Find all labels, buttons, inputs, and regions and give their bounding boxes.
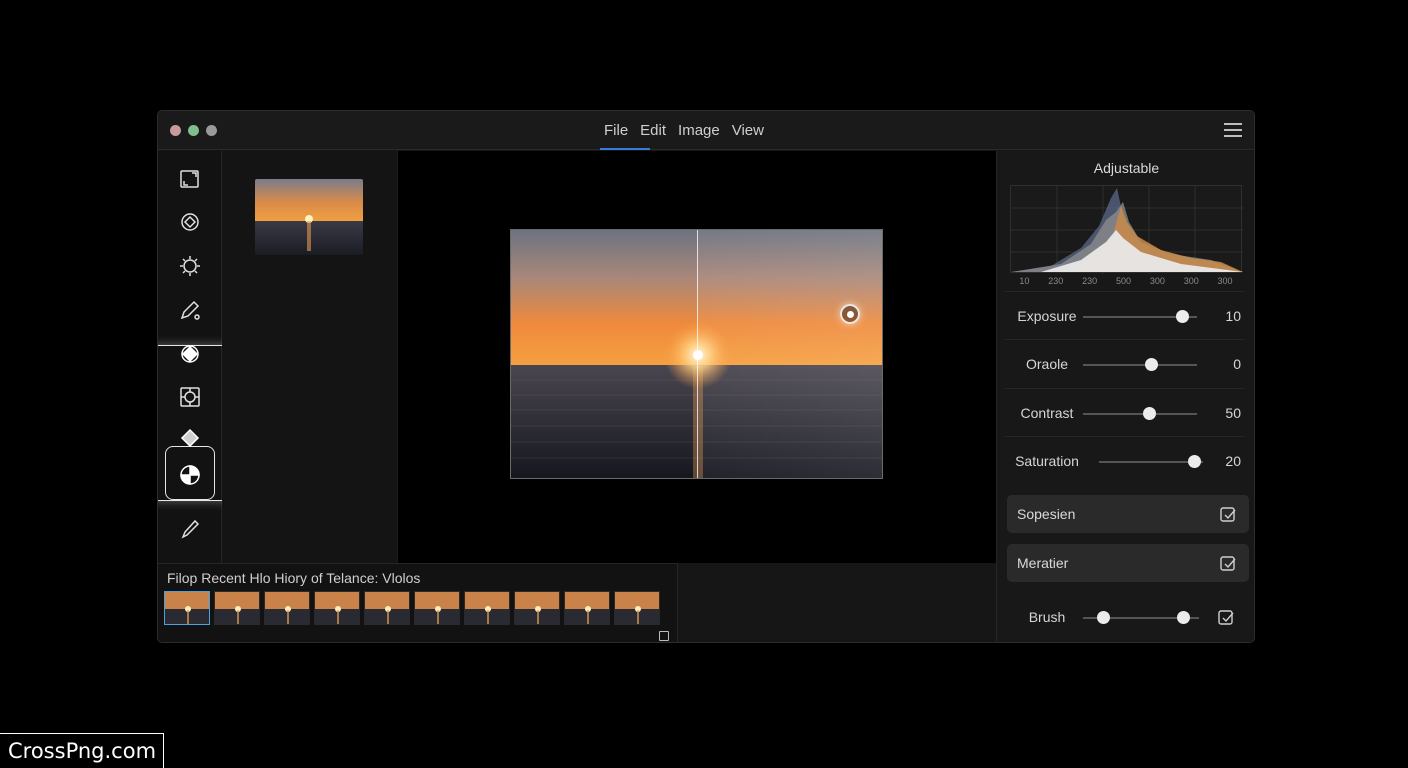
focus-icon[interactable] xyxy=(178,385,202,409)
filmstrip-frame[interactable] xyxy=(214,591,260,625)
slider-knob[interactable] xyxy=(1143,407,1157,420)
filmstrip-frame[interactable] xyxy=(614,591,660,625)
brush-max-knob[interactable] xyxy=(1176,611,1190,624)
slider-row-exposure: Exposure 10 xyxy=(1005,291,1245,339)
menu-bar: File Edit Image View xyxy=(598,111,770,150)
filmstrip-frame[interactable] xyxy=(464,591,510,625)
menu-view[interactable]: View xyxy=(726,111,770,150)
brush-label: Brush xyxy=(1028,609,1066,625)
slider-label: Oraole xyxy=(1025,356,1069,372)
histogram-tick-label: 300 xyxy=(1183,276,1199,286)
slider-value: 50 xyxy=(1225,405,1241,421)
contrast-icon[interactable] xyxy=(178,463,202,487)
histogram-tick-label: 10 xyxy=(1019,276,1030,286)
brush-min-knob[interactable] xyxy=(1096,611,1110,624)
histogram-tick-label: 230 xyxy=(1048,276,1064,286)
image-thumbnail[interactable] xyxy=(255,179,363,255)
histogram xyxy=(1010,185,1243,274)
adjustments-panel: Adjustable 10 230 230 500 300 300 300 Exposure… xyxy=(996,151,1254,642)
filmstrip-frame[interactable] xyxy=(414,591,460,625)
brush-icon[interactable] xyxy=(178,517,202,541)
menu-image[interactable]: Image xyxy=(672,111,726,150)
slider-row-saturation: Saturation 20 xyxy=(1005,436,1245,484)
histogram-tick-label: 230 xyxy=(1082,276,1098,286)
image-canvas[interactable] xyxy=(398,151,996,563)
slider-label: Contrast xyxy=(1020,405,1074,421)
preset-button-2-label: Meratier xyxy=(1017,555,1069,571)
slider-value: 20 xyxy=(1225,453,1241,469)
filmstrip-frame[interactable] xyxy=(364,591,410,625)
histogram-tick-label: 300 xyxy=(1149,276,1165,286)
compare-split-line[interactable] xyxy=(697,230,698,478)
expand-icon[interactable] xyxy=(659,631,669,641)
filmstrip-title: Filop Recent Hlo Hiory of Telance: Vlolo… xyxy=(167,570,421,586)
maximize-window-button[interactable] xyxy=(206,125,217,136)
tool-sidebar xyxy=(158,151,241,563)
slider-track[interactable] xyxy=(1083,364,1197,366)
slider-track[interactable] xyxy=(1083,413,1197,415)
filmstrip-frame[interactable] xyxy=(314,591,360,625)
filmstrip-frame[interactable] xyxy=(514,591,560,625)
filmstrip-panel: Filop Recent Hlo Hiory of Telance: Vlolo… xyxy=(158,563,678,642)
layers-icon[interactable] xyxy=(178,427,202,451)
slider-row-oraole: Oraole 0 xyxy=(1005,339,1245,387)
thumbnail-panel xyxy=(222,151,398,563)
slider-label: Saturation xyxy=(1015,453,1079,469)
crop-icon[interactable] xyxy=(178,167,202,191)
filmstrip-frames xyxy=(164,591,660,625)
slider-row-contrast: Contrast 50 xyxy=(1005,388,1245,436)
slider-value: 0 xyxy=(1233,356,1241,372)
slider-knob[interactable] xyxy=(1176,310,1190,323)
window-controls xyxy=(170,125,217,136)
menu-file[interactable]: File xyxy=(598,111,651,150)
editor-window: File Edit Image View Filop Recent Hlo Hi… xyxy=(157,110,1255,643)
watermark-text: CrossPng.com xyxy=(8,739,157,763)
histogram-tick-label: 300 xyxy=(1217,276,1233,286)
export-icon xyxy=(1220,507,1236,522)
slider-knob[interactable] xyxy=(1145,358,1159,371)
title-bar: File Edit Image View xyxy=(158,111,1254,150)
slider-knob[interactable] xyxy=(1187,455,1201,468)
preset-button-1-label: Sopesien xyxy=(1017,506,1076,522)
menu-edit[interactable]: Edit xyxy=(634,111,672,150)
preset-button-2[interactable]: Meratier xyxy=(1007,544,1249,582)
slider-value: 10 xyxy=(1225,308,1241,324)
watermark: CrossPng.com xyxy=(0,733,164,768)
histogram-tick-label: 500 xyxy=(1115,276,1131,286)
light-icon[interactable] xyxy=(178,254,202,278)
diamond-fill-icon[interactable] xyxy=(178,342,202,366)
histogram-axis-labels: 10 230 230 500 300 300 300 xyxy=(1010,276,1242,286)
export-icon[interactable] xyxy=(1217,608,1235,626)
filmstrip-frame[interactable] xyxy=(264,591,310,625)
close-window-button[interactable] xyxy=(170,125,181,136)
preset-button-1[interactable]: Sopesien xyxy=(1007,495,1249,533)
rotate-icon[interactable] xyxy=(178,210,202,234)
filmstrip-frame[interactable] xyxy=(164,591,210,625)
brush-row: Brush xyxy=(1005,593,1245,641)
main-photo[interactable] xyxy=(510,229,883,479)
export-icon xyxy=(1220,556,1236,571)
compare-slider-handle[interactable] xyxy=(840,304,860,324)
panel-title: Adjustable xyxy=(1093,160,1160,176)
hamburger-menu-icon[interactable] xyxy=(1224,123,1242,137)
filmstrip-frame[interactable] xyxy=(564,591,610,625)
minimize-window-button[interactable] xyxy=(188,125,199,136)
slider-label: Exposure xyxy=(1017,308,1077,324)
pencil-icon[interactable] xyxy=(178,298,202,322)
